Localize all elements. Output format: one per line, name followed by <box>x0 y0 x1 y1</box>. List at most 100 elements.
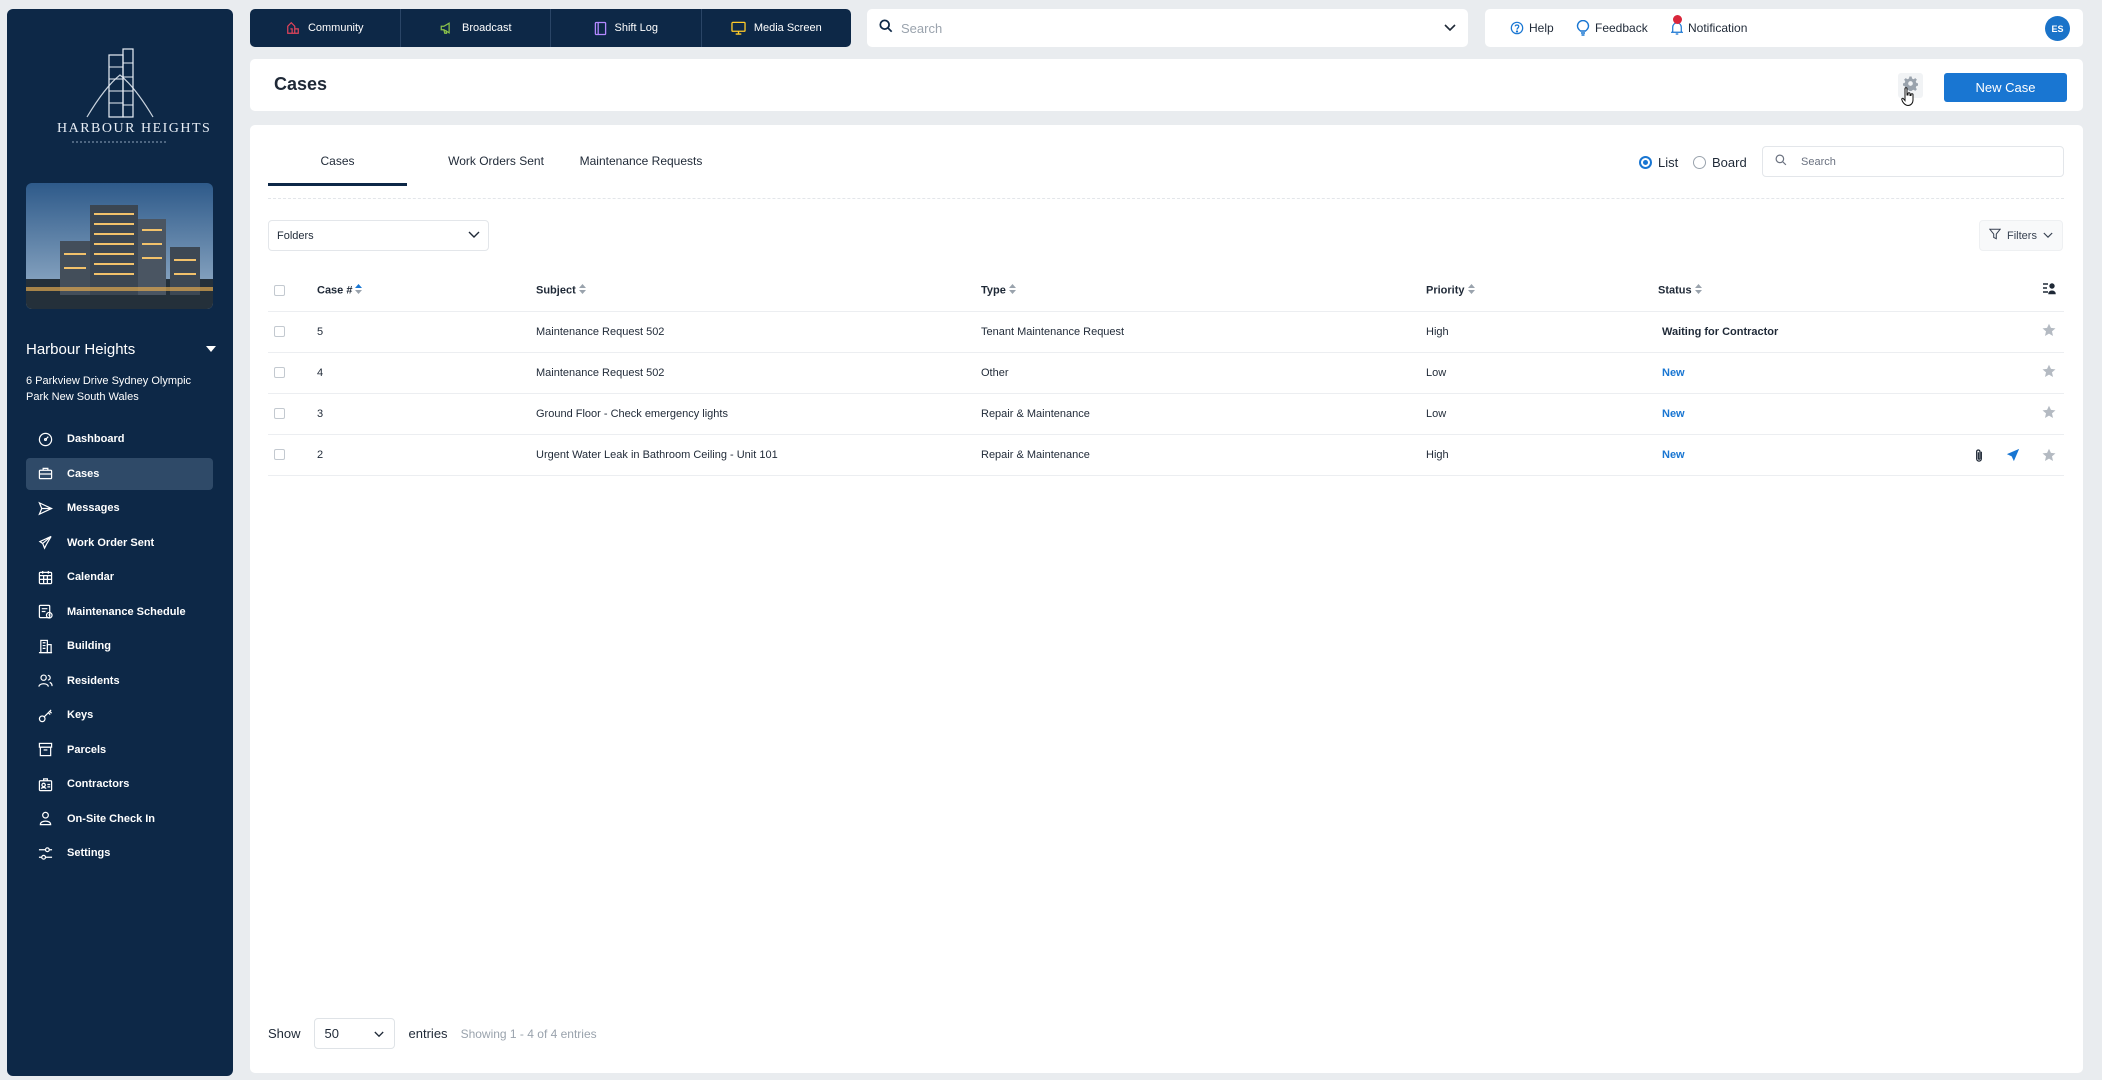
media-screen-icon <box>731 21 746 35</box>
page-header: Cases New Case <box>250 59 2083 111</box>
view-list-label: List <box>1658 154 1679 170</box>
sidebar-item-label: Messages <box>67 502 120 514</box>
case-status: New <box>1662 366 1685 379</box>
select-all-checkbox[interactable] <box>274 284 285 296</box>
brand-logo[interactable]: HARBOUR HEIGHTS <box>57 47 210 151</box>
cases-table: Case # Subject Type Priority Status 5 Ma… <box>268 270 2064 476</box>
tab-cases[interactable]: Cases <box>268 154 407 186</box>
utility-bar: Help Feedback Notification <box>1485 9 2083 47</box>
sidebar-nav: Dashboard Cases Messages Work Order Sent… <box>26 423 213 872</box>
sidebar-item-contractors[interactable]: Contractors <box>26 768 213 800</box>
megaphone-icon <box>37 535 53 551</box>
key-icon <box>37 707 53 723</box>
chevron-down-icon[interactable] <box>1444 19 1456 37</box>
user-avatar[interactable]: ES <box>2045 16 2070 41</box>
paperclip-icon[interactable] <box>1974 448 1984 466</box>
row-checkbox[interactable] <box>274 449 285 461</box>
sidebar-item-building[interactable]: Building <box>26 630 213 662</box>
sidebar-item-label: Cases <box>67 467 100 480</box>
row-checkbox[interactable] <box>274 367 285 379</box>
case-subject[interactable]: Maintenance Request 502 <box>536 311 981 353</box>
sidebar-item-work-order-sent[interactable]: Work Order Sent <box>26 527 213 559</box>
column-header-case[interactable]: Case # <box>317 270 536 312</box>
new-case-button[interactable]: New Case <box>1944 73 2067 102</box>
sidebar-item-calendar[interactable]: Calendar <box>26 561 213 593</box>
star-icon[interactable] <box>2042 364 2056 381</box>
checkin-icon <box>37 811 53 827</box>
page-size-select[interactable]: 50 <box>313 1018 395 1049</box>
star-icon[interactable] <box>2042 323 2056 340</box>
view-board-radio[interactable]: Board <box>1693 150 1747 174</box>
row-checkbox[interactable] <box>274 408 285 420</box>
property-dropdown-caret-icon[interactable] <box>206 346 216 352</box>
help-link[interactable]: Help <box>1510 9 1554 47</box>
sidebar-item-on-site-check-in[interactable]: On-Site Check In <box>26 803 213 835</box>
quick-action-broadcast[interactable]: Broadcast <box>401 9 551 47</box>
sidebar-item-label: Residents <box>67 674 120 687</box>
quick-actions-bar: Community Broadcast Shift Log Media Scre… <box>250 9 851 47</box>
quick-action-media-screen[interactable]: Media Screen <box>702 9 852 47</box>
filters-button[interactable]: Filters <box>1979 220 2063 251</box>
sidebar-item-messages[interactable]: Messages <box>26 492 213 524</box>
column-header-subject[interactable]: Subject <box>536 270 981 312</box>
sidebar-item-label: Maintenance Schedule <box>67 605 186 618</box>
global-search <box>867 9 1468 47</box>
case-subject[interactable]: Maintenance Request 502 <box>536 352 981 394</box>
radio-selected <box>1639 155 1652 169</box>
table-row[interactable]: 3 Ground Floor - Check emergency lights … <box>268 393 2064 435</box>
case-number: 3 <box>317 393 536 435</box>
star-icon[interactable] <box>2042 448 2056 465</box>
table-row[interactable]: 4 Maintenance Request 502 Other Low New <box>268 352 2064 394</box>
feedback-link[interactable]: Feedback <box>1576 9 1648 47</box>
quick-action-shift-log[interactable]: Shift Log <box>551 9 702 47</box>
property-name[interactable]: Harbour Heights <box>26 341 135 358</box>
table-footer: Show 50 entries Showing 1 - 4 of 4 entri… <box>268 1018 597 1049</box>
row-checkbox[interactable] <box>274 326 285 338</box>
page-title: Cases <box>274 74 328 94</box>
sidebar-item-label: Building <box>67 640 111 652</box>
sidebar-item-residents[interactable]: Residents <box>26 665 213 697</box>
tab-maintenance-requests[interactable]: Maintenance Requests <box>579 154 703 186</box>
calendar-icon <box>37 569 53 585</box>
sidebar-item-label: Dashboard <box>67 433 125 445</box>
filter-icon <box>1988 228 2002 243</box>
send-icon[interactable] <box>2006 448 2020 465</box>
sidebar-item-settings[interactable]: Settings <box>26 837 213 869</box>
pointer-cursor-icon <box>1901 87 1915 112</box>
case-subject[interactable]: Ground Floor - Check emergency lights <box>536 393 981 435</box>
column-header-type[interactable]: Type <box>981 270 1426 312</box>
sort-icon <box>1694 283 1702 297</box>
case-priority: High <box>1426 311 1658 353</box>
view-list-radio[interactable]: List <box>1639 150 1678 174</box>
case-number: 4 <box>317 352 536 394</box>
table-header-row: Case # Subject Type Priority Status <box>268 270 2064 312</box>
tab-work-orders-sent[interactable]: Work Orders Sent <box>444 154 548 186</box>
filters-label: Filters <box>2007 229 2037 242</box>
case-subject[interactable]: Urgent Water Leak in Bathroom Ceiling - … <box>536 434 981 476</box>
chevron-down-icon <box>468 230 480 242</box>
view-board-label: Board <box>1712 154 1747 170</box>
search-icon <box>1775 153 1787 171</box>
quick-action-community[interactable]: Community <box>250 9 401 47</box>
case-type: Repair & Maintenance <box>981 393 1426 435</box>
sidebar-item-parcels[interactable]: Parcels <box>26 734 213 766</box>
sidebar-item-keys[interactable]: Keys <box>26 699 213 731</box>
radio-unselected <box>1693 155 1706 169</box>
folders-dropdown[interactable]: Folders <box>268 220 489 251</box>
column-header-label: Status <box>1658 284 1692 297</box>
star-icon[interactable] <box>2042 405 2056 422</box>
column-header-status[interactable]: Status <box>1658 270 1958 312</box>
global-search-input[interactable] <box>901 20 1444 36</box>
table-row[interactable]: 2 Urgent Water Leak in Bathroom Ceiling … <box>268 434 2064 476</box>
column-settings-icon[interactable] <box>2042 283 2056 298</box>
folders-label: Folders <box>277 229 314 242</box>
cases-search-input[interactable] <box>1801 155 2063 168</box>
cases-panel: Cases Work Orders Sent Maintenance Reque… <box>250 125 2083 1073</box>
notification-link[interactable]: Notification <box>1671 9 1747 47</box>
sidebar-item-dashboard[interactable]: Dashboard <box>26 423 213 455</box>
case-type: Repair & Maintenance <box>981 434 1426 476</box>
sidebar-item-cases[interactable]: Cases <box>26 457 213 490</box>
sidebar-item-maintenance-schedule[interactable]: Maintenance Schedule <box>26 596 213 628</box>
table-row[interactable]: 5 Maintenance Request 502 Tenant Mainten… <box>268 311 2064 353</box>
column-header-priority[interactable]: Priority <box>1426 270 1658 312</box>
